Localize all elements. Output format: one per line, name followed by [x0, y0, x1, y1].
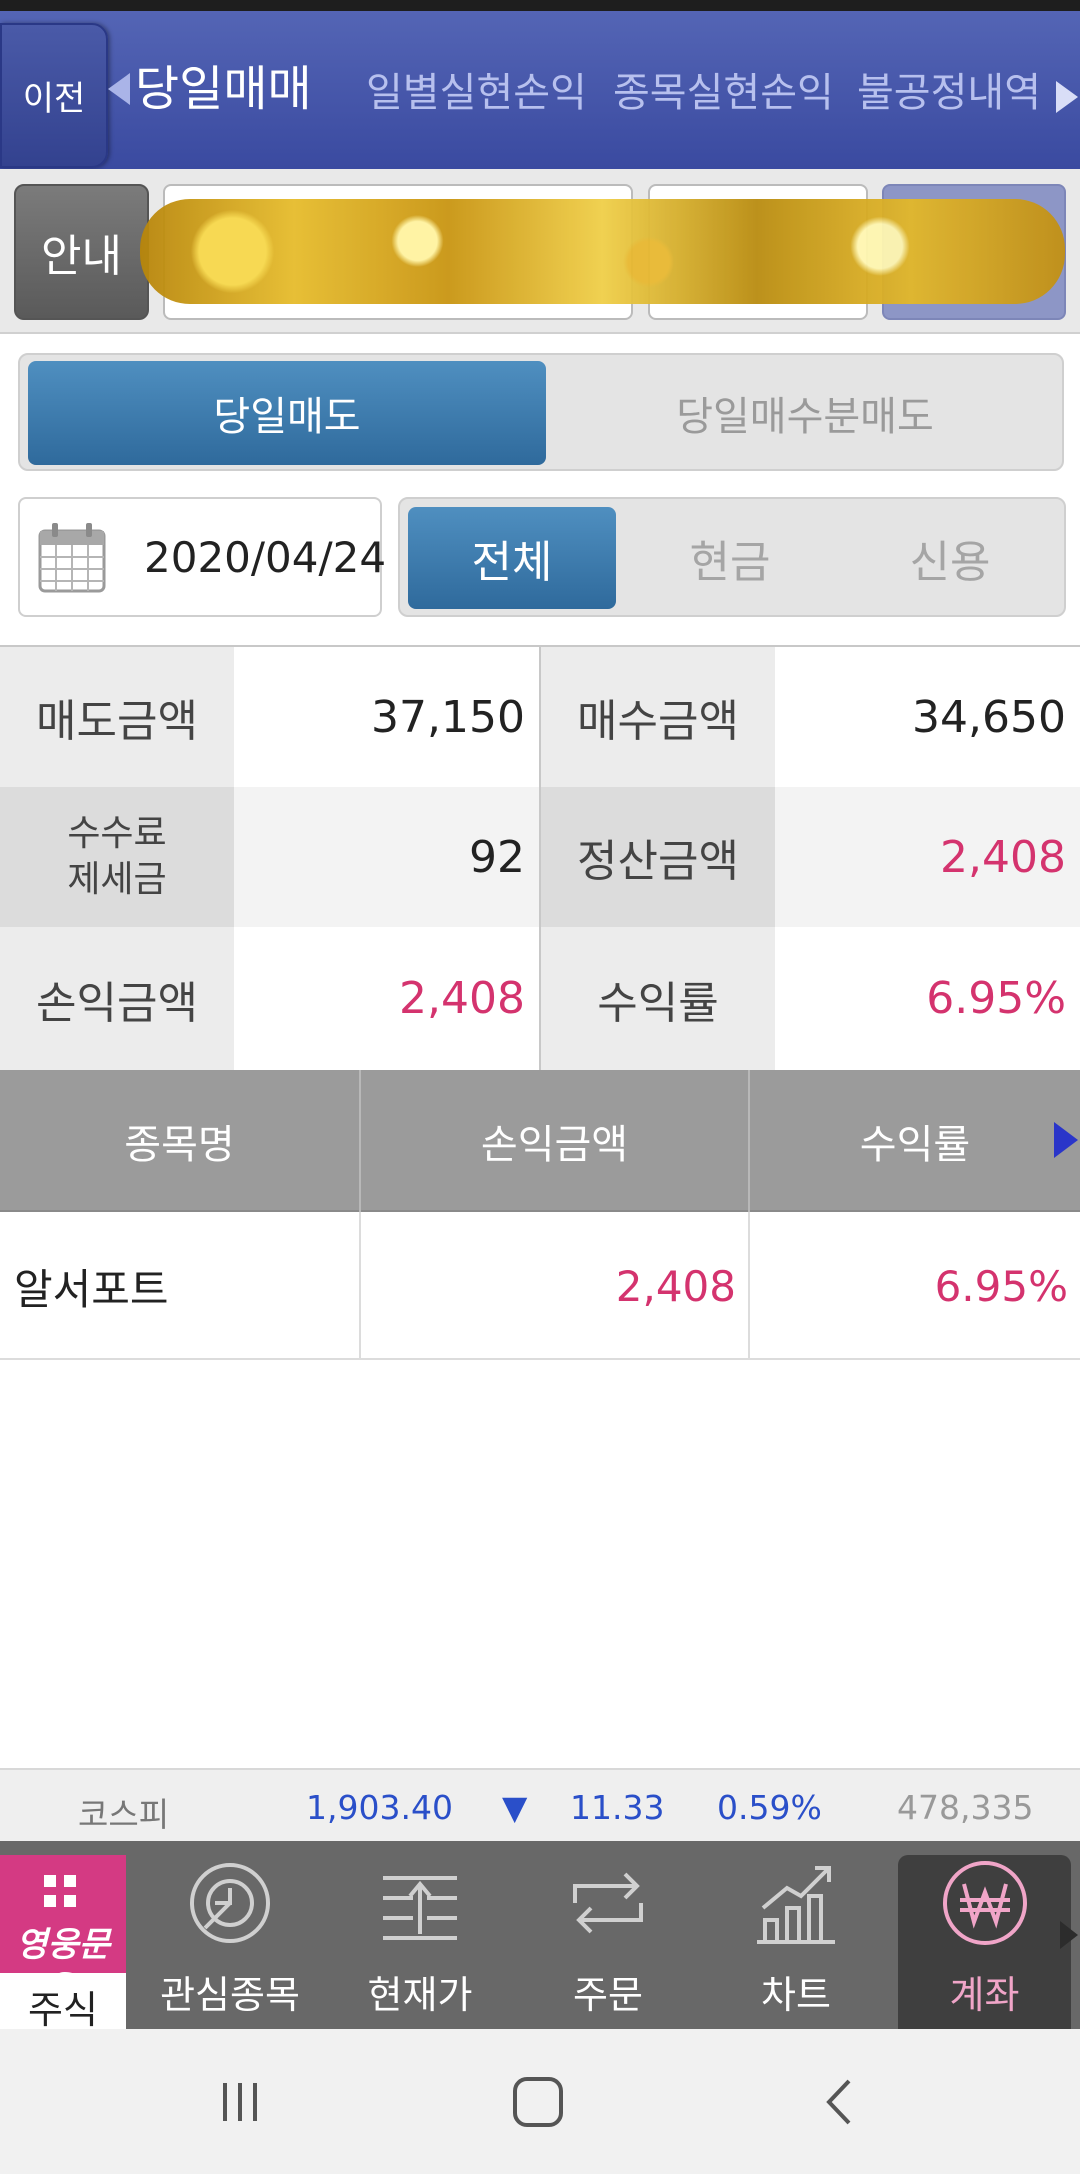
segment-all[interactable]: 전체	[408, 507, 616, 609]
home-button[interactable]	[488, 2029, 588, 2174]
return-rate-value: 6.95%	[775, 927, 1080, 1070]
segment-today-sell[interactable]: 당일매도	[28, 361, 546, 465]
fee-value: 92	[234, 787, 539, 927]
tab-daily-trade[interactable]: 당일매매	[135, 59, 312, 119]
ticker-change-percent: 0.59%	[717, 1788, 822, 1827]
stock-pnl: 2,408	[615, 1261, 736, 1311]
guide-button-label: 안내	[41, 231, 122, 282]
column-header-pnl[interactable]: 손익금액	[361, 1070, 748, 1212]
status-bar	[0, 0, 1080, 11]
fee-label-line2: 제세금	[67, 859, 167, 900]
scroll-left-arrow-icon[interactable]	[108, 73, 130, 105]
nav-current-price[interactable]: 현재가	[330, 1841, 510, 2029]
nav-order-label: 주문	[573, 1973, 643, 2017]
sell-amount-label: 매도금액	[0, 647, 234, 787]
back-nav-button[interactable]	[790, 2029, 890, 2174]
fee-label-line1: 수수료	[67, 813, 167, 854]
return-rate-label: 수익률	[541, 927, 775, 1070]
ticker-volume: 478,335	[897, 1788, 1034, 1827]
recent-apps-icon	[223, 2082, 257, 2121]
home-icon	[513, 2076, 563, 2127]
nav-watchlist-label: 관심종목	[160, 1973, 300, 2017]
nav-watchlist[interactable]: 관심종목	[140, 1841, 320, 2029]
segment-cash[interactable]: 현금	[626, 507, 834, 609]
table-row[interactable]: 알서포트 2,408 6.95%	[0, 1212, 1080, 1360]
column-header-name[interactable]: 종목명	[0, 1070, 359, 1212]
scroll-right-arrow-icon[interactable]	[1056, 81, 1078, 113]
date-value: 2020/04/24	[144, 533, 387, 582]
summary-divider	[539, 647, 541, 1072]
top-navigation: 이전 당일매매 일별실현손익 종목실현손익 불공정내역	[0, 11, 1080, 169]
tab-daily-realized-pnl[interactable]: 일별실현손익	[366, 63, 587, 123]
back-button-label: 이전	[22, 79, 86, 119]
back-button[interactable]: 이전	[0, 23, 108, 168]
fee-label: 수수료 제세금	[0, 787, 234, 927]
tab-stock-realized-pnl[interactable]: 종목실현손익	[613, 63, 834, 123]
tab-unfair-trades[interactable]: 불공정내역	[857, 63, 1041, 123]
watchlist-icon	[190, 1863, 270, 1943]
pnl-value: 2,408	[234, 927, 539, 1070]
buy-amount-label: 매수금액	[541, 647, 775, 787]
segment-credit[interactable]: 신용	[846, 507, 1054, 609]
date-picker[interactable]: 2020/04/24	[18, 497, 386, 617]
ticker-change: 11.33	[570, 1788, 665, 1827]
account-type-segment: 전체 현금 신용	[398, 497, 1066, 617]
calendar-icon	[38, 523, 106, 593]
chart-icon	[757, 1866, 835, 1944]
won-currency-icon	[942, 1861, 1027, 1945]
guide-button[interactable]: 안내	[14, 184, 149, 320]
down-triangle-icon: ▼	[502, 1788, 528, 1827]
nav-chart[interactable]: 차트	[706, 1841, 886, 2029]
segment-today-buy-sell[interactable]: 당일매수분매도	[550, 361, 1060, 465]
brand-logo: 영웅문S	[0, 1855, 126, 2006]
stock-name: 알서포트	[14, 1264, 169, 1314]
nav-current-price-label: 현재가	[367, 1973, 473, 2017]
index-ticker[interactable]: 코스피 1,903.40 ▼ 11.33 0.59% 478,335	[0, 1768, 1080, 1841]
sell-amount-value: 37,150	[234, 647, 539, 787]
redaction-overlay	[140, 199, 1065, 304]
nav-chart-label: 차트	[761, 1973, 831, 2017]
more-menu-arrow-icon[interactable]	[1060, 1921, 1078, 1949]
bottom-navigation: 영웅문S 주식 관심종목 현재가 주문 차트 계좌	[0, 1841, 1080, 2032]
buy-amount-value: 34,650	[775, 647, 1080, 787]
system-navigation-bar	[0, 2029, 1080, 2174]
column-header-rate[interactable]: 수익률	[750, 1070, 1080, 1212]
settle-amount-label: 정산금액	[541, 787, 775, 927]
current-price-icon	[383, 1876, 457, 1940]
sell-type-segment: 당일매도 당일매수분매도	[18, 353, 1064, 471]
back-chevron-icon	[826, 2079, 851, 2124]
ticker-index-name: 코스피	[78, 1795, 170, 1834]
stock-return-rate: 6.95%	[934, 1261, 1068, 1311]
pnl-label: 손익금액	[0, 927, 234, 1070]
ticker-index-value: 1,903.40	[306, 1788, 453, 1827]
nav-account-label: 계좌	[949, 1973, 1020, 2017]
order-exchange-icon	[573, 1872, 643, 1934]
brand-menu-button[interactable]: 영웅문S 주식	[0, 1855, 126, 2032]
nav-account[interactable]: 계좌	[898, 1841, 1071, 2029]
account-bar: 안내	[0, 169, 1080, 334]
recent-apps-button[interactable]	[190, 2029, 290, 2174]
summary-grid: 매도금액 37,150 매수금액 34,650 수수료 제세금 92 정산금액 …	[0, 645, 1080, 1072]
nav-order[interactable]: 주문	[518, 1841, 698, 2029]
grid-dots-icon	[44, 1875, 76, 1907]
table-header: 종목명 손익금액 수익률	[0, 1070, 1080, 1212]
more-columns-arrow-icon[interactable]	[1054, 1122, 1078, 1158]
settle-amount-value: 2,408	[775, 787, 1080, 927]
brand-label: 주식	[28, 1988, 98, 2032]
